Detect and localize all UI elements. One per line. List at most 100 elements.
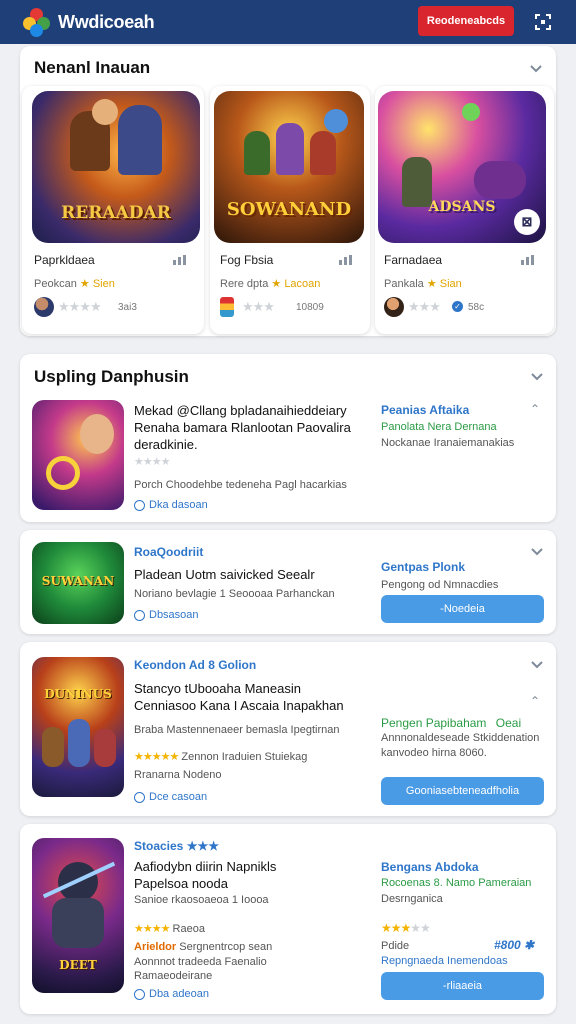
qr-scan-icon[interactable] xyxy=(533,12,553,32)
row-category-label: Stoacies xyxy=(134,839,184,853)
game-art-title: RERAADAR xyxy=(61,203,171,223)
row-details-link[interactable]: Dce casoan xyxy=(134,791,207,803)
game-art[interactable]: SOWANAND xyxy=(214,91,364,243)
sparkle-icon: ✱ xyxy=(524,938,535,952)
row-right-link[interactable]: Repngnaeda Inemendoas xyxy=(381,955,508,967)
row-title[interactable]: Aafiodybn diirin Napnikls Papelsoa nooda xyxy=(134,858,374,892)
game-thumbnail[interactable]: DEET xyxy=(32,838,124,993)
row-title-line: deradkinie. xyxy=(134,437,198,452)
tile-tag: Sien xyxy=(92,278,115,290)
row-action-button[interactable]: Gooniasebteneadfholia xyxy=(381,777,544,805)
rating-count: 58c xyxy=(468,302,485,313)
row-rating-text: Zennon Iraduien Stuiekag xyxy=(181,751,308,763)
row-category: Stoacies ★★★ xyxy=(134,839,219,853)
row-right-status: Panolata Nera Dernana xyxy=(381,421,497,433)
row-category: Keondon Ad 8 Golion xyxy=(134,658,257,672)
upcoming-title: Uspling Danphusin xyxy=(34,367,189,386)
row-tag: Arieldor xyxy=(134,941,177,953)
chevron-down-icon[interactable] xyxy=(530,660,544,670)
row-right-title: Peanias Aftaika xyxy=(381,403,470,417)
row-title-line: Aafiodybn diirin Napnikls xyxy=(134,859,277,874)
row-meta: Porch Choodehbe tedeneha Pagl hacarkias xyxy=(134,479,347,491)
category-stars: ★★★ xyxy=(186,839,219,853)
row-meta-quaternary: Ramaeodeirane xyxy=(134,970,213,982)
download-icon[interactable] xyxy=(338,254,354,266)
row-right-status: Pengen Papibaham Oeai xyxy=(381,716,521,730)
chevron-down-icon[interactable] xyxy=(530,547,544,557)
row-meta-secondary: Arieldor Sergnentrcop sean xyxy=(134,940,272,955)
rating-stars: ★★★ xyxy=(242,299,275,314)
game-art-title: SOWANAND xyxy=(226,199,352,220)
row-right-status-a: Pengen Papibaham xyxy=(381,716,487,730)
row-link-label: Dba adeoan xyxy=(149,988,209,1000)
game-thumbnail[interactable]: DUNINUS xyxy=(32,657,124,797)
rating-stars: ★★★★★ xyxy=(134,751,179,763)
price-value: #800 ✱ xyxy=(494,938,534,952)
tile-tag: Lacoan xyxy=(284,278,321,290)
row-link-label: Dce casoan xyxy=(149,791,208,803)
game-thumbnail[interactable]: SUWANAN xyxy=(32,542,124,624)
tile-name: Fog Fbsia xyxy=(220,253,274,267)
tile-tag: Sian xyxy=(439,278,462,290)
info-icon xyxy=(134,609,145,621)
row-meta-tertiary: Aonnnot tradeeda Faenalio xyxy=(134,956,267,968)
row-right-meta: Pengong od Nmnacdies xyxy=(381,579,499,591)
row-right-status: Rocoenas 8. Namo Pameraian xyxy=(381,877,532,889)
row-details-link[interactable]: Dbsasoan xyxy=(134,609,199,621)
row-right-meta: Annnonaldeseade Stkiddenation kanvodeo h… xyxy=(381,732,540,759)
price-label: Pdide xyxy=(381,940,410,952)
rating-stars: ★★★★★ xyxy=(381,921,431,935)
download-icon[interactable] xyxy=(520,254,536,266)
row-right-title: Gentpas Plonk xyxy=(381,560,466,574)
star-icon: ★ xyxy=(271,278,282,290)
app-logo-icon[interactable] xyxy=(22,7,52,37)
row-title[interactable]: Pladean Uotm saivicked Seealr xyxy=(134,566,315,583)
expand-icon[interactable]: ⌃ xyxy=(530,694,540,708)
row-category: RoaQoodriit xyxy=(134,545,204,559)
price-amount: #800 xyxy=(494,938,521,952)
game-thumbnail[interactable] xyxy=(32,400,124,510)
verified-icon: ✓ xyxy=(452,301,463,312)
row-rating: ★★★★★ Zennon Iraduien Stuiekag xyxy=(134,750,307,765)
row-meta: Noriano bevlagie 1 Seoooaa Parhanckan xyxy=(134,588,335,600)
row-title-line: Papelsoa nooda xyxy=(134,876,228,891)
row-title-line: Cenniasoo Kana I Ascaia Inapakhan xyxy=(134,698,344,713)
info-icon xyxy=(134,988,145,1000)
expand-icon[interactable]: ⌃ xyxy=(530,402,540,416)
row-title[interactable]: Stancyo tUbooaha Maneasin Cenniasoo Kana… xyxy=(134,680,374,714)
star-icon: ★ xyxy=(79,278,90,290)
chevron-down-icon[interactable] xyxy=(529,64,543,74)
row-right-meta: Nockanae Iranaiemanakias xyxy=(381,437,515,449)
row-meta-secondary: Rranarna Nodeno xyxy=(134,769,222,781)
rating-stars: ★★★★ xyxy=(134,456,170,468)
header-cta-button[interactable]: Reodeneabcds xyxy=(418,6,514,36)
download-icon[interactable] xyxy=(172,254,188,266)
chevron-down-icon[interactable] xyxy=(530,372,544,382)
rating-stars: ★★★★ xyxy=(58,299,102,314)
row-action-button[interactable]: -Noedeia xyxy=(381,595,544,623)
tile-developer: Rere dpta xyxy=(220,278,269,290)
rating-stars: ★★★ xyxy=(408,299,441,314)
tile-name: Farnadaea xyxy=(384,253,443,267)
game-art[interactable]: RERAADAR xyxy=(32,91,200,243)
row-link-label: Dbsasoan xyxy=(149,609,199,621)
row-right-meta: Desrnganica xyxy=(381,893,443,905)
info-icon xyxy=(134,791,145,803)
featured-title: Nenanl Inauan xyxy=(34,58,151,77)
row-title[interactable]: Mekad @Cllang bpladanaihieddeiary Renaha… xyxy=(134,402,374,453)
row-title-line: Mekad @Cllang bpladanaihieddeiary xyxy=(134,403,347,418)
row-details-link[interactable]: Dba adeoan xyxy=(134,988,209,1000)
tile-developer: Pankala xyxy=(384,278,424,290)
info-icon xyxy=(134,499,145,511)
row-right-status-b: Oeai xyxy=(495,716,522,730)
tile-subtitle: Peokcan ★ Sien xyxy=(34,277,115,290)
rating-stars: ★★★★ xyxy=(134,923,170,935)
row-title-line: Stancyo tUbooaha Maneasin xyxy=(134,681,301,696)
avatar xyxy=(220,297,234,317)
row-details-link[interactable]: Dka dasoan xyxy=(134,499,208,511)
row-action-button[interactable]: -rliaaeia xyxy=(381,972,544,1000)
play-overlay-icon[interactable]: ⊠ xyxy=(514,209,540,235)
tile-developer: Peokcan xyxy=(34,278,77,290)
row-rating: ★★★★ Raeoa xyxy=(134,922,205,937)
game-art[interactable]: ADSANS ⊠ xyxy=(378,91,546,243)
